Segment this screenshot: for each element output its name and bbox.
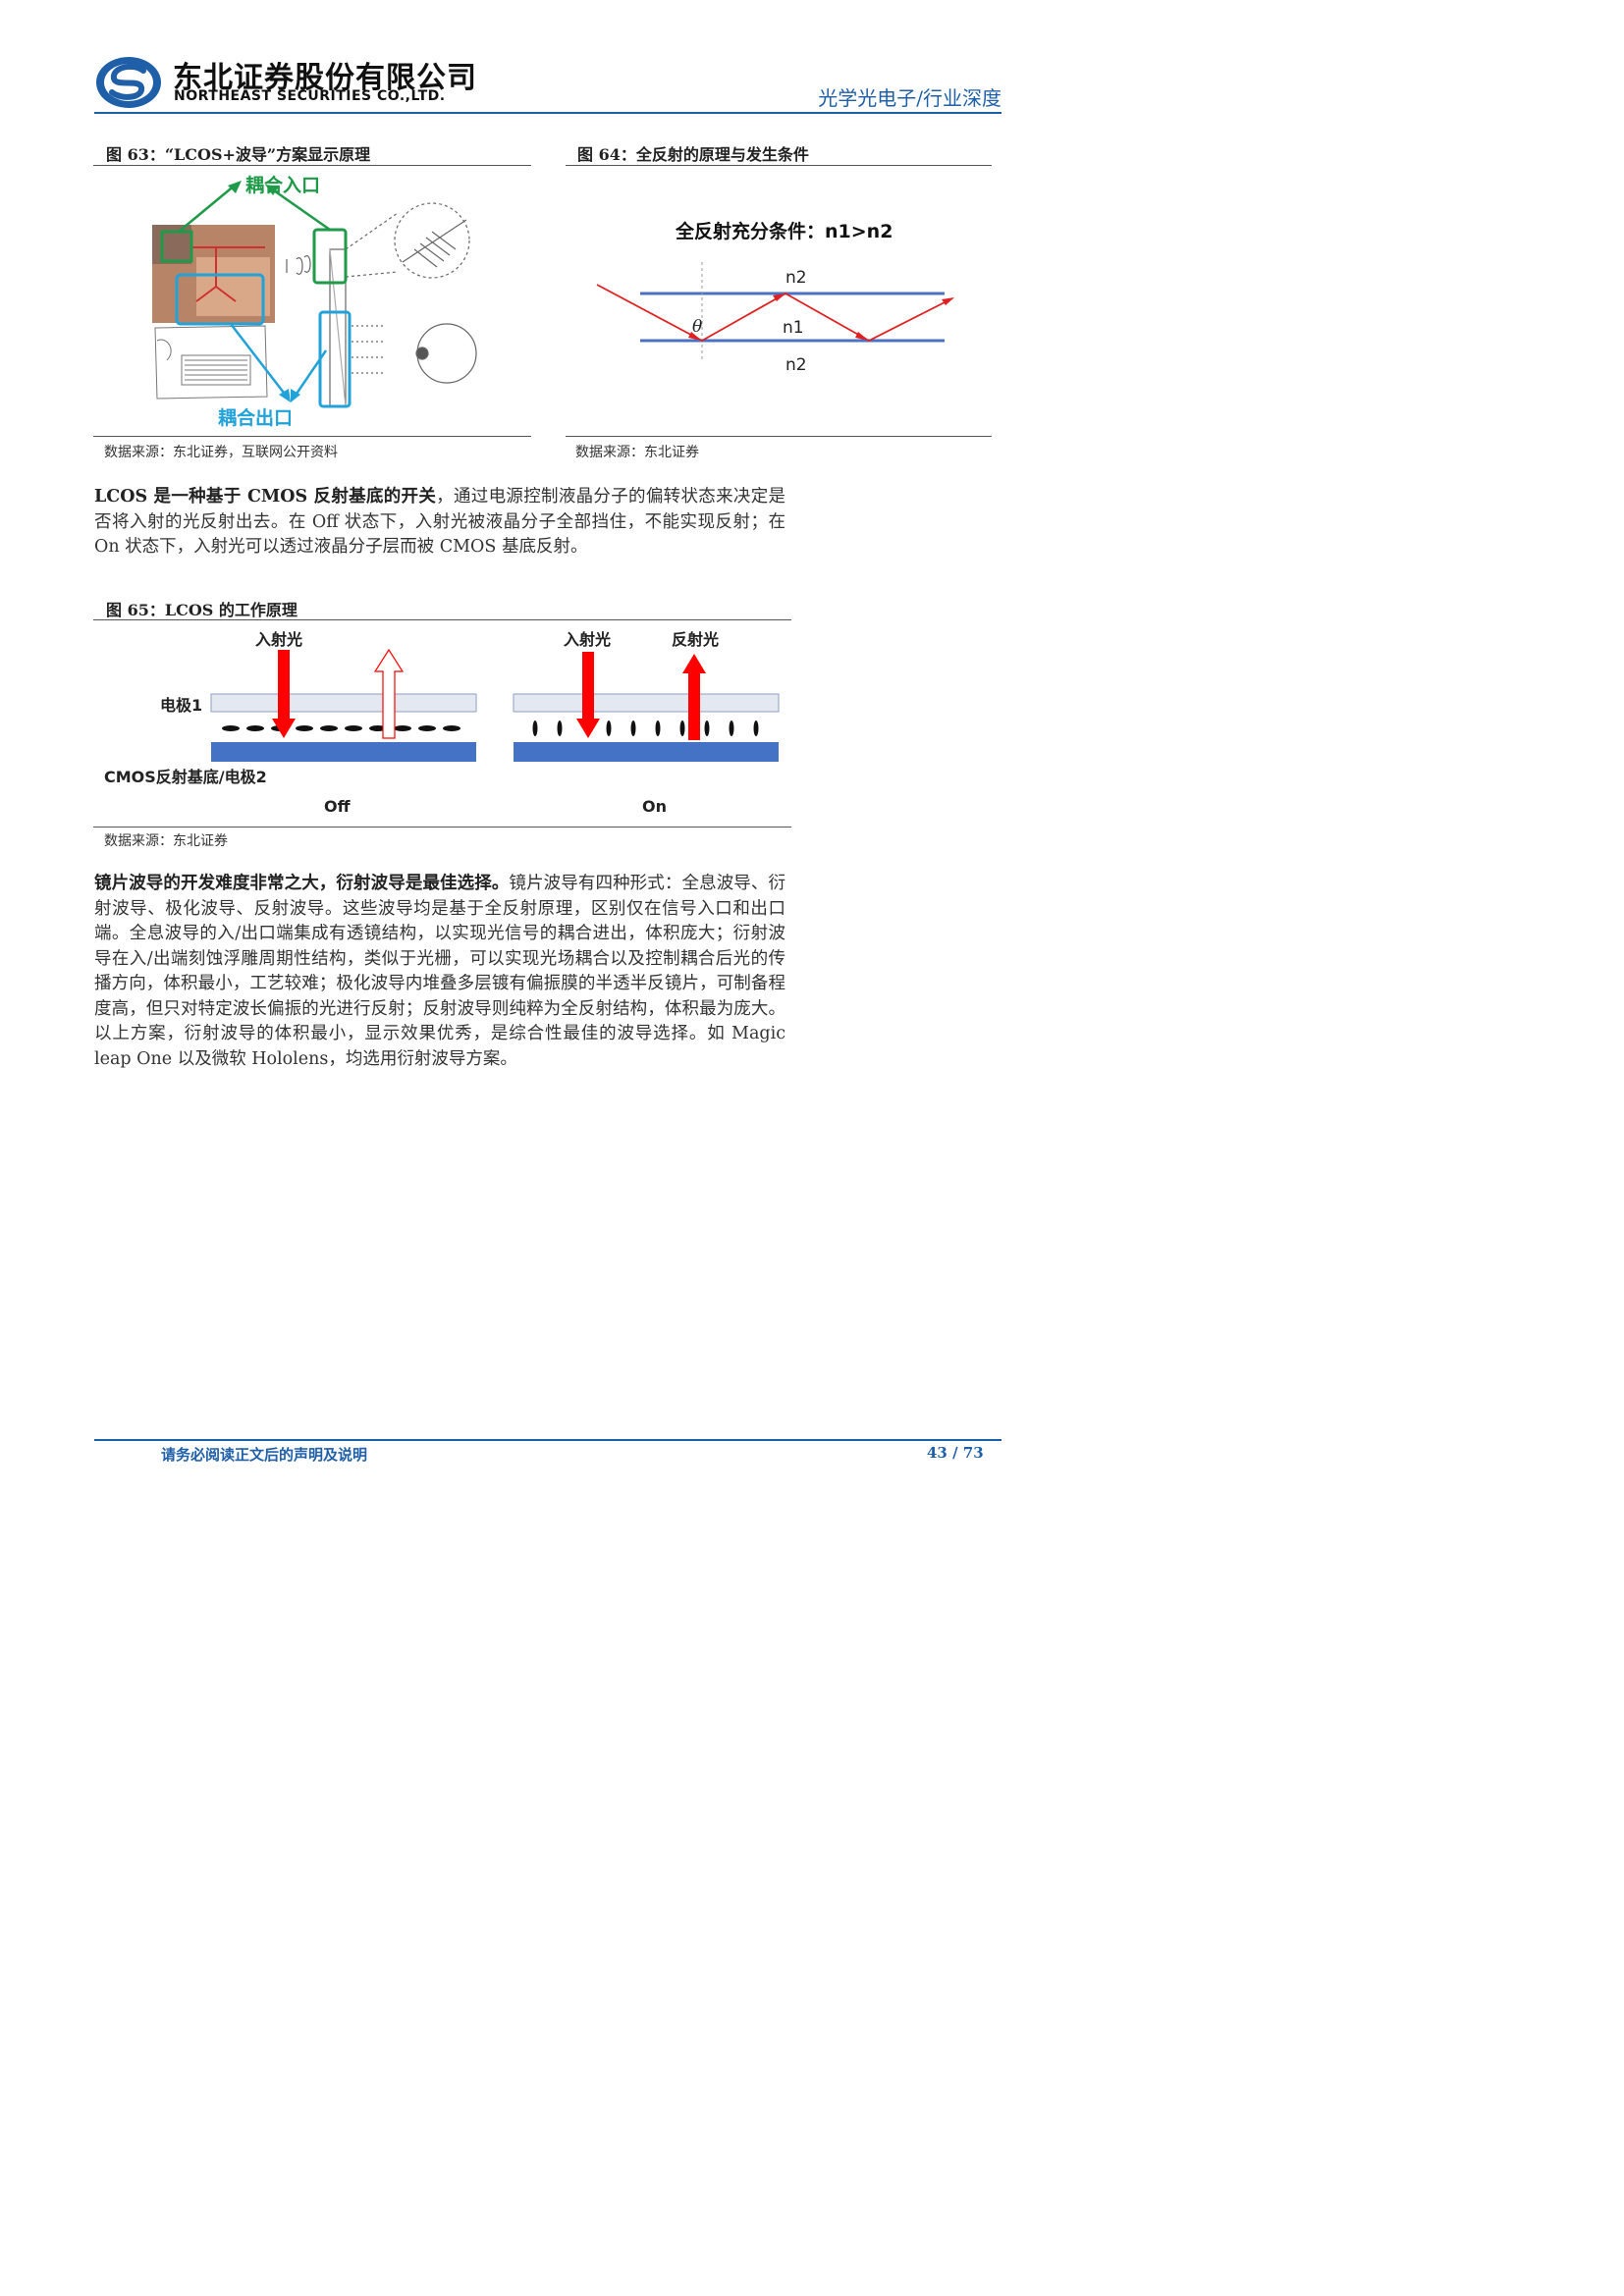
fig63-label-coupling-in: 耦合入口: [245, 175, 321, 196]
paragraph-waveguide-lead: 镜片波导的开发难度非常之大，衍射波导是最佳选择。: [94, 874, 510, 893]
fig65-bottom-rule: [93, 827, 791, 828]
fig65-incident-right-label: 入射光: [564, 630, 612, 649]
fig63-top-rule: [93, 165, 531, 166]
paragraph-waveguide-body: 镜片波导有四种形式：全息波导、衍射波导、极化波导、反射波导。这些波导均是基于全反…: [94, 874, 786, 1069]
fig65-on-label: On: [642, 797, 667, 816]
off-liquid-crystals: [222, 725, 460, 731]
fig65-source: 数据来源：东北证券: [104, 833, 228, 849]
fig65-reflected-label: 反射光: [672, 630, 720, 649]
fig65-off-label: Off: [324, 797, 351, 816]
fig65-title: 图 65：LCOS 的工作原理: [106, 601, 298, 619]
fig64-top-rule: [566, 165, 992, 166]
fig64-angle: θ: [692, 317, 703, 337]
fig64-title: 图 64：全反射的原理与发生条件: [577, 145, 809, 164]
paragraph-lcos-intro: LCOS 是一种基于 CMOS 反射基底的开关，通过电源控制液晶分子的偏转状态来…: [94, 485, 785, 561]
fig63-bottom-rule: [93, 436, 531, 437]
on-cmos-substrate: [514, 742, 779, 762]
paragraph-lcos-lead: LCOS 是一种基于 CMOS 反射基底的开关: [94, 487, 437, 507]
company-name-en: NORTHEAST SECURITIES CO.,LTD.: [174, 88, 446, 104]
fig64-n-top: n2: [785, 268, 807, 288]
fig64-n-bottom: n2: [785, 355, 807, 375]
fig63-label-coupling-out: 耦合出口: [218, 407, 294, 429]
fig64-bottom-rule: [566, 436, 992, 437]
page-number: 43 / 73: [927, 1444, 984, 1462]
fig63-title: 图 63：“LCOS+波导”方案显示原理: [106, 145, 371, 164]
off-electrode1: [210, 693, 477, 713]
footer-notice: 请务必阅读正文后的声明及说明: [161, 1446, 368, 1464]
off-cmos-substrate: [211, 742, 476, 762]
fig63-source: 数据来源：东北证券，互联网公开资料: [104, 445, 338, 460]
fig65-electrode2-label: CMOS反射基底/电极2: [104, 768, 267, 786]
company-logo: [94, 55, 163, 110]
footer-rule: [94, 1439, 1001, 1441]
fig64-diagram-title: 全反射充分条件：n1>n2: [676, 221, 893, 242]
fig64-source: 数据来源：东北证券: [575, 445, 699, 460]
fig64-diagram: [579, 257, 972, 375]
fig64-n-mid: n1: [783, 318, 804, 338]
header-rule: [94, 112, 1001, 114]
on-liquid-crystals: [532, 721, 759, 736]
logo-mark-icon: [96, 57, 161, 108]
fig65-incident-left-label: 入射光: [255, 630, 303, 649]
fig65-electrode1-label: 电极1: [160, 696, 203, 715]
fig63-diagram: [98, 169, 530, 430]
paragraph-waveguide: 镜片波导的开发难度非常之大，衍射波导是最佳选择。镜片波导有四种形式：全息波导、衍…: [94, 872, 785, 1072]
report-category: 光学光电子/行业深度: [818, 86, 1001, 110]
on-electrode1: [513, 693, 780, 713]
